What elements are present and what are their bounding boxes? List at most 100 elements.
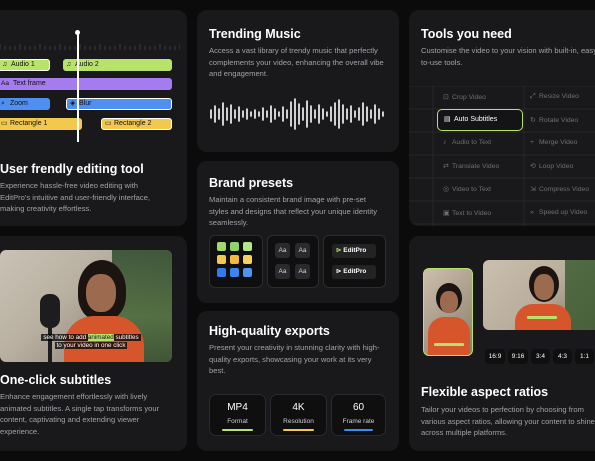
logo-text: EditPro bbox=[343, 247, 367, 254]
caption-text: subtitles bbox=[113, 334, 139, 341]
audio-text-icon: ♪ bbox=[443, 139, 447, 146]
color-swatch[interactable] bbox=[217, 268, 226, 277]
microphone bbox=[40, 294, 60, 328]
editing-title: User frendly editing tool bbox=[0, 162, 144, 176]
compress-icon: ⇲ bbox=[530, 186, 536, 193]
clip-blur[interactable]: ◈ Blur bbox=[66, 98, 172, 110]
subtitles-card: see how to add animated subtitles to you… bbox=[0, 236, 187, 451]
clip-zoom[interactable]: ⌕ Zoom bbox=[0, 98, 50, 110]
merge-icon: + bbox=[530, 139, 534, 146]
clip-label: Blur bbox=[79, 100, 92, 107]
exports-description: Present your creativity in stunning clar… bbox=[209, 343, 380, 375]
tool-label: Audio to Text bbox=[452, 139, 492, 146]
ratio-1-1[interactable]: 1:1 bbox=[575, 349, 594, 364]
export-format[interactable]: MP4 Format bbox=[209, 394, 266, 436]
font-sample[interactable]: Aa bbox=[295, 243, 310, 258]
subtitles-icon: ▤ bbox=[444, 116, 451, 123]
color-swatch[interactable] bbox=[230, 242, 239, 251]
tool-loop-video[interactable]: ⟲ Loop Video bbox=[530, 162, 573, 170]
speed-icon: » bbox=[530, 209, 534, 216]
ratio-4-3[interactable]: 4:3 bbox=[553, 349, 572, 364]
logo-mark-icon: ⊳ bbox=[336, 247, 342, 254]
ratio-16-9[interactable]: 16:9 bbox=[485, 349, 505, 364]
tool-rotate-video[interactable]: ↻ Rotate Video bbox=[530, 116, 578, 124]
logo-variant-1[interactable]: ⊳ EditPro bbox=[332, 244, 376, 258]
tool-text-to-video[interactable]: ▣ Text to Video bbox=[443, 209, 491, 217]
caption-highlight: animated bbox=[87, 334, 114, 341]
tool-label: Auto Subtitles bbox=[454, 116, 498, 123]
text-video-icon: ▣ bbox=[443, 210, 450, 217]
subtitle-caption: see how to add animated subtitles to you… bbox=[36, 334, 146, 350]
preview-landscape bbox=[483, 260, 595, 330]
export-format-value: MP4 bbox=[227, 402, 248, 413]
color-swatch[interactable] bbox=[230, 268, 239, 277]
font-sample[interactable]: Aa bbox=[275, 243, 290, 258]
font-sample[interactable]: Aa bbox=[295, 264, 310, 279]
audio-waveform bbox=[210, 98, 384, 130]
music-note-icon: ♫ bbox=[66, 61, 72, 68]
tool-speed-up-video[interactable]: » Speed up Video bbox=[530, 209, 587, 216]
tool-compress-video[interactable]: ⇲ Compress Video bbox=[530, 185, 589, 193]
logo-variant-2[interactable]: ⊳ EditPro bbox=[332, 265, 376, 279]
font-sample[interactable]: Aa bbox=[275, 264, 290, 279]
tools-description: Customise the video to your vision with … bbox=[421, 46, 595, 67]
subtitles-description: Enhance engagement effortlessly with liv… bbox=[0, 392, 160, 436]
preview-portrait bbox=[423, 268, 473, 356]
brand-description: Maintain a consistent brand image with p… bbox=[209, 195, 378, 227]
clip-rectangle-2[interactable]: ▭ Rectangle 2 bbox=[101, 118, 172, 130]
color-swatch[interactable] bbox=[243, 268, 252, 277]
export-frame-rate[interactable]: 60 Frame rate bbox=[331, 394, 386, 436]
text-icon: Aa bbox=[1, 80, 9, 87]
clip-audio-1[interactable]: ♫ Audio 1 bbox=[0, 59, 50, 71]
clip-rectangle-1[interactable]: ▭ Rectangle 1 bbox=[0, 118, 82, 130]
tool-crop-video[interactable]: ⊡ Crop Video bbox=[443, 93, 486, 101]
tool-video-to-text[interactable]: ◎ Video to Text bbox=[443, 185, 491, 193]
export-format-underline bbox=[222, 429, 253, 431]
tool-audio-to-text[interactable]: ♪ Audio to Text bbox=[443, 139, 491, 146]
clip-label: Audio 2 bbox=[75, 61, 99, 68]
ratio-9-16[interactable]: 9:16 bbox=[508, 349, 528, 364]
playhead-knob[interactable] bbox=[75, 30, 80, 35]
color-swatch[interactable] bbox=[243, 242, 252, 251]
export-resolution[interactable]: 4K Resolution bbox=[270, 394, 327, 436]
font-preset[interactable] bbox=[267, 235, 319, 288]
logo-preset[interactable] bbox=[323, 235, 386, 288]
tool-resize-video[interactable]: ⤢ Resize Video bbox=[530, 93, 579, 101]
music-note-icon: ♫ bbox=[2, 61, 8, 68]
color-swatch[interactable] bbox=[243, 255, 252, 264]
subtitles-title: One-click subtitles bbox=[0, 373, 112, 387]
timeline-ruler bbox=[0, 44, 180, 50]
caption-text: see how to add bbox=[43, 334, 88, 341]
tool-translate-video[interactable]: ⇄ Translate Video bbox=[443, 162, 499, 170]
brand-title: Brand presets bbox=[209, 176, 294, 190]
tool-label: Loop Video bbox=[539, 163, 574, 170]
ratios-card: Flexible aspect ratios Tailor your video… bbox=[409, 236, 595, 451]
color-swatch[interactable] bbox=[217, 242, 226, 251]
clip-label: Audio 1 bbox=[11, 61, 35, 68]
loop-icon: ⟲ bbox=[530, 163, 536, 170]
clip-label: Rectangle 2 bbox=[114, 120, 152, 127]
color-swatch[interactable] bbox=[230, 255, 239, 264]
rectangle-icon: ▭ bbox=[1, 120, 8, 127]
export-resolution-underline bbox=[283, 429, 314, 431]
tool-auto-subtitles[interactable]: ▤ Auto Subtitles bbox=[437, 109, 523, 131]
clip-audio-2[interactable]: ♫ Audio 2 bbox=[63, 59, 172, 71]
color-swatch[interactable] bbox=[217, 255, 226, 264]
tool-label: Compress Video bbox=[539, 186, 590, 193]
rectangle-icon: ▭ bbox=[105, 120, 112, 127]
clip-label: Zoom bbox=[10, 100, 28, 107]
tool-merge-video[interactable]: + Merge Video bbox=[530, 139, 577, 146]
zoom-icon: ⌕ bbox=[1, 100, 5, 107]
export-frame-rate-value: 60 bbox=[352, 402, 365, 413]
tool-label: Rotate Video bbox=[539, 117, 579, 124]
ratio-3-4[interactable]: 3:4 bbox=[531, 349, 550, 364]
crop-icon: ⊡ bbox=[443, 94, 449, 101]
resize-icon: ⤢ bbox=[530, 93, 536, 100]
tool-label: Translate Video bbox=[452, 163, 500, 170]
clip-label: Rectangle 1 bbox=[10, 120, 48, 127]
music-description: Access a vast library of trendy music th… bbox=[209, 46, 384, 78]
playhead[interactable] bbox=[77, 32, 79, 142]
tools-title: Tools you need bbox=[421, 27, 512, 41]
editing-description: Experience hassle-free video editing wit… bbox=[0, 181, 151, 213]
clip-text-frame[interactable]: Aa Text frame bbox=[0, 78, 172, 90]
